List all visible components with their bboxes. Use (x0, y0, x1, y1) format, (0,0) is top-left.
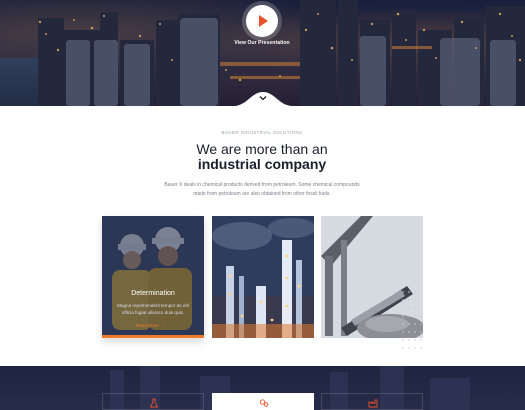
play-icon (259, 15, 268, 27)
card-description: Magna reprehenderit tempor do elit offic… (117, 303, 189, 315)
card-title: Determination (131, 290, 175, 297)
service-box-right[interactable] (321, 393, 423, 410)
chevron-down-icon[interactable] (259, 95, 267, 101)
arrow-right-icon: → (160, 323, 166, 329)
dot-pattern (402, 291, 422, 349)
view-presentation-label[interactable]: View Our Presentation (212, 40, 312, 46)
feature-card-refinery[interactable] (212, 216, 314, 338)
section-heading-line2: industrial company (197, 156, 327, 172)
feature-card-determination[interactable]: Determination Magna reprehenderit tempor… (102, 216, 204, 338)
play-video-button[interactable] (246, 5, 278, 37)
service-box-middle[interactable] (212, 393, 314, 410)
read-more-link[interactable]: Read More → (136, 323, 176, 329)
gears-icon (259, 399, 269, 407)
section-description: Bauer X deals in chemical products deriv… (164, 182, 360, 197)
card-overlay (102, 216, 204, 338)
section-eyebrow: BAUER INDUSTRIAL SOLUTIONS (221, 130, 303, 135)
card-accent-bar (102, 335, 204, 338)
factory-icon (368, 399, 378, 408)
read-more-label: Read More (136, 323, 159, 328)
refinery-night-photo (212, 216, 314, 338)
service-box-left[interactable] (102, 393, 204, 410)
flask-icon (149, 398, 159, 408)
